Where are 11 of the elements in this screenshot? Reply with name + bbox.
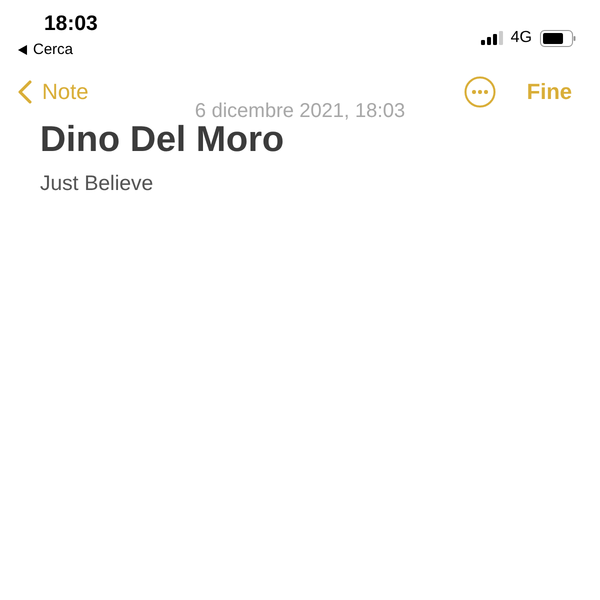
signal-icon bbox=[480, 31, 503, 45]
back-to-app-link[interactable]: Cerca bbox=[18, 41, 98, 58]
note-body: Just Believe bbox=[40, 172, 154, 196]
network-label: 4G bbox=[510, 29, 532, 47]
chevron-left-icon bbox=[18, 80, 32, 104]
done-button[interactable]: Fine bbox=[526, 79, 572, 105]
back-button[interactable]: Note bbox=[18, 79, 88, 105]
status-time: 18:03 bbox=[44, 12, 98, 36]
more-icon[interactable] bbox=[464, 76, 496, 108]
triangle-icon bbox=[18, 44, 28, 54]
battery-icon bbox=[540, 30, 576, 46]
